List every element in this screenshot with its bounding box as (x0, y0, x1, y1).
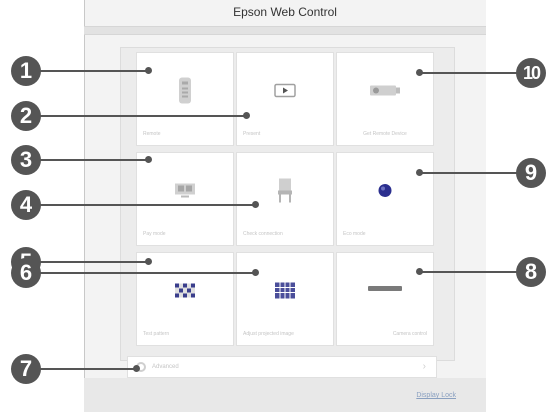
tile-label: Test pattern (143, 331, 170, 337)
callout-2: 2 (11, 101, 41, 131)
callout-leader-1 (40, 70, 148, 72)
tile-adjust-projected-image[interactable]: Adjust projected image (236, 252, 334, 346)
tile-label: Check connection (243, 231, 283, 237)
callout-anchor-8 (416, 268, 423, 275)
callout-6: 6 (11, 258, 41, 288)
eco-leaf-icon (377, 183, 393, 204)
tile-label: Eco mode (343, 231, 366, 237)
advanced-label: Advanced (152, 364, 179, 370)
callout-anchor-1 (145, 67, 152, 74)
remote-control-icon (178, 77, 192, 110)
callout-1: 1 (11, 56, 41, 86)
callout-anchor-4 (252, 201, 259, 208)
callout-4: 4 (11, 190, 41, 220)
footer-bar: Display Lock (84, 378, 486, 412)
callout-leader-7 (40, 368, 136, 370)
callout-leader-6 (40, 272, 255, 274)
monitor-icon (174, 183, 196, 204)
callout-anchor-7 (133, 365, 140, 372)
callout-9: 9 (516, 158, 546, 188)
chevron-right-icon: › (422, 361, 426, 372)
callout-leader-4 (40, 204, 255, 206)
callout-anchor-6 (252, 269, 259, 276)
test-pattern-icon (175, 283, 195, 303)
display-lock-link[interactable]: Display Lock (416, 392, 456, 399)
callout-3: 3 (11, 145, 41, 175)
callout-8: 8 (516, 257, 546, 287)
tile-label: Pay mode (143, 231, 166, 237)
chair-icon (277, 178, 293, 209)
callout-7: 7 (11, 354, 41, 384)
callout-leader-2 (40, 115, 246, 117)
presentation-screen-icon (274, 83, 296, 103)
tile-label: Get Remote Device (363, 131, 407, 137)
tile-get-remote-device[interactable]: Get Remote Device (336, 52, 434, 146)
top-bar (84, 26, 486, 35)
callout-leader-3 (40, 159, 148, 161)
callout-anchor-10 (416, 69, 423, 76)
tile-label: Adjust projected image (243, 331, 294, 337)
tile-test-pattern[interactable]: Test pattern (136, 252, 234, 346)
window-title: Epson Web Control (233, 5, 337, 19)
tile-eco-mode[interactable]: Eco mode (336, 152, 434, 246)
tile-label: Remote (143, 131, 161, 137)
tile-remote[interactable]: Remote (136, 52, 234, 146)
grid-adjust-icon (275, 282, 295, 304)
tile-label: Camera control (392, 331, 427, 337)
callout-anchor-9 (416, 169, 423, 176)
tile-present[interactable]: Present (236, 52, 334, 146)
tile-camera-control[interactable]: Camera control (336, 252, 434, 346)
callout-anchor-5 (145, 258, 152, 265)
callout-anchor-3 (145, 156, 152, 163)
window-border (84, 0, 85, 412)
tile-pay-mode[interactable]: Pay mode (136, 152, 234, 246)
camera-bar-icon (368, 280, 402, 298)
tile-check-connection[interactable]: Check connection (236, 152, 334, 246)
advanced-menu[interactable]: Advanced › (127, 356, 437, 378)
callout-leader-5 (40, 261, 148, 263)
callout-anchor-2 (243, 112, 250, 119)
projector-icon (368, 83, 402, 104)
tile-label: Present (243, 131, 261, 137)
callout-10: 10 (516, 58, 546, 88)
